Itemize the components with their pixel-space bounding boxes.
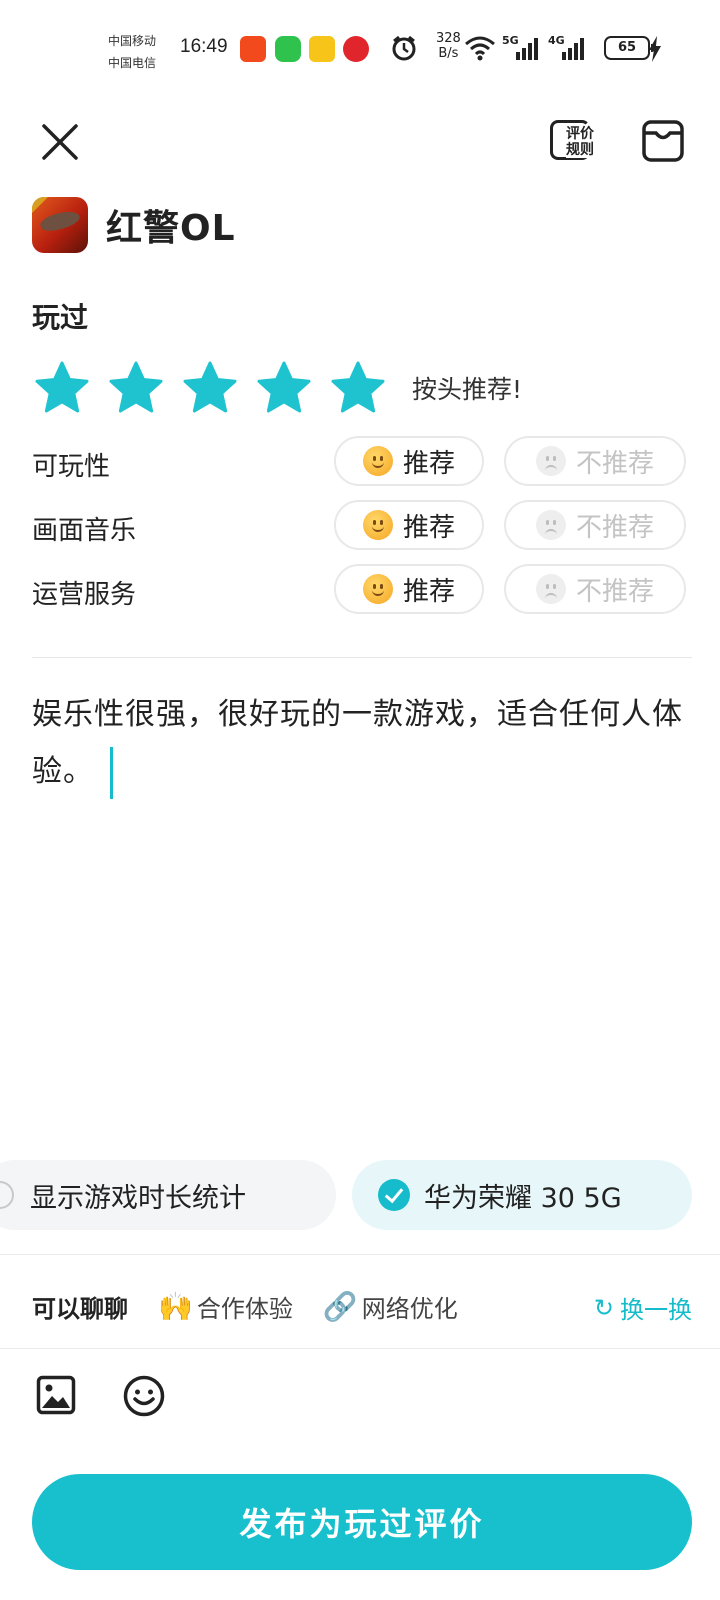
game-name: 红警OL xyxy=(106,208,236,249)
not-recommend-button[interactable]: 不推荐 xyxy=(504,564,686,614)
topic-label: 合作体验 xyxy=(196,1294,293,1323)
not-recommend-button[interactable]: 不推荐 xyxy=(504,436,686,486)
refresh-label: 换一换 xyxy=(620,1296,692,1324)
topic-chip[interactable]: 🔗 网络优化 xyxy=(323,1289,458,1324)
publish-button[interactable]: 发布为玩过评价 xyxy=(32,1474,692,1570)
pinduoduo-icon xyxy=(343,36,369,62)
device-label: 华为荣耀 30 5G xyxy=(424,1182,622,1214)
refresh-icon: ↻ xyxy=(593,1293,614,1322)
signal-5g-label: 5G xyxy=(502,34,519,47)
topic-label: 网络优化 xyxy=(361,1294,458,1323)
review-text-area[interactable]: 娱乐性很强，很好玩的一款游戏，适合任何人体验。 xyxy=(32,686,692,800)
rules-label-line1: 评价 xyxy=(566,126,594,142)
taobao-icon xyxy=(240,36,266,62)
recommend-label: 推荐 xyxy=(402,576,455,607)
signal-4g-label: 4G xyxy=(548,34,565,47)
rules-label: 评价 规则 xyxy=(566,126,594,158)
text-cursor xyxy=(110,746,113,799)
star-3[interactable] xyxy=(182,360,238,416)
divider xyxy=(32,657,692,658)
radio-icon xyxy=(0,1181,14,1209)
criterion-playability: 可玩性 推荐 不推荐 xyxy=(32,436,692,486)
show-duration-toggle[interactable]: 显示游戏时长统计 xyxy=(0,1160,336,1230)
criterion-graphics-music: 画面音乐 推荐 不推荐 xyxy=(32,500,692,550)
recommend-label: 推荐 xyxy=(402,448,455,479)
star-2[interactable] xyxy=(108,360,164,416)
net-speed-unit: B/s xyxy=(438,46,459,61)
wifi-icon xyxy=(465,36,495,61)
played-status-label: 玩过 xyxy=(32,301,89,334)
status-bar: 中国移动 中国电信 16:49 328 B/s 5G 4G 65 xyxy=(0,0,720,96)
criterion-operations: 运营服务 推荐 不推荐 xyxy=(32,564,692,614)
image-icon[interactable] xyxy=(36,1375,76,1415)
star-4[interactable] xyxy=(256,360,312,416)
not-recommend-label: 不推荐 xyxy=(575,512,654,543)
frown-icon xyxy=(535,574,566,604)
charging-icon xyxy=(649,36,661,62)
meituan-icon xyxy=(309,36,335,62)
not-recommend-button[interactable]: 不推荐 xyxy=(504,500,686,550)
smile-icon xyxy=(362,510,393,540)
show-duration-label: 显示游戏时长统计 xyxy=(30,1182,246,1214)
topic-suggestions: 可以聊聊 🙌 合作体验 🔗 网络优化 ↻ 换一换 xyxy=(32,1284,692,1328)
star-rating[interactable]: 按头推荐! xyxy=(34,360,522,416)
topics-lead: 可以聊聊 xyxy=(32,1294,128,1323)
criterion-label: 画面音乐 xyxy=(32,516,137,546)
net-speed-value: 328 xyxy=(436,31,461,46)
device-toggle[interactable]: 华为荣耀 30 5G xyxy=(352,1160,692,1230)
link-icon: 🔗 xyxy=(322,1289,358,1323)
smile-icon xyxy=(362,446,393,476)
frown-icon xyxy=(535,510,566,540)
recommend-label: 推荐 xyxy=(402,512,455,543)
not-recommend-label: 不推荐 xyxy=(575,448,654,479)
recommend-button[interactable]: 推荐 xyxy=(334,564,484,614)
carrier-2: 中国电信 xyxy=(108,56,157,70)
frown-icon xyxy=(535,446,566,476)
battery-indicator: 65 xyxy=(604,36,654,60)
criterion-label: 运营服务 xyxy=(32,580,137,610)
refresh-topics-button[interactable]: ↻ 换一换 xyxy=(594,1290,692,1325)
criterion-label: 可玩性 xyxy=(32,452,111,482)
not-recommend-label: 不推荐 xyxy=(575,576,654,607)
rules-label-line2: 规则 xyxy=(566,142,594,158)
emoji-icon[interactable] xyxy=(122,1374,166,1418)
topic-chip[interactable]: 🙌 合作体验 xyxy=(158,1289,293,1324)
divider xyxy=(0,1348,720,1349)
divider xyxy=(0,1254,720,1255)
net-speed: 328 B/s xyxy=(436,31,461,61)
carrier-1: 中国移动 xyxy=(108,34,157,48)
wechat-icon xyxy=(275,36,301,62)
star-5[interactable] xyxy=(330,360,386,416)
checkmark-icon xyxy=(378,1179,410,1211)
game-header: 红警OL xyxy=(32,196,236,254)
smile-icon xyxy=(362,574,393,604)
rating-text: 按头推荐! xyxy=(412,375,523,404)
recommend-button[interactable]: 推荐 xyxy=(334,436,484,486)
signal-5g: 5G xyxy=(502,34,540,62)
game-icon xyxy=(32,197,88,253)
recommend-button[interactable]: 推荐 xyxy=(334,500,484,550)
review-rules-button[interactable]: 评价 规则 xyxy=(550,118,602,164)
star-1[interactable] xyxy=(34,360,90,416)
alarm-icon xyxy=(392,35,416,61)
carrier-labels: 中国移动 中国电信 xyxy=(108,30,156,74)
draft-box-icon[interactable] xyxy=(640,118,686,164)
status-time: 16:49 xyxy=(180,36,228,57)
close-icon[interactable] xyxy=(36,118,84,166)
review-text: 娱乐性很强，很好玩的一款游戏，适合任何人体验。 xyxy=(32,697,683,789)
signal-4g: 4G xyxy=(548,34,586,62)
raised-hands-icon: 🙌 xyxy=(158,1289,193,1323)
